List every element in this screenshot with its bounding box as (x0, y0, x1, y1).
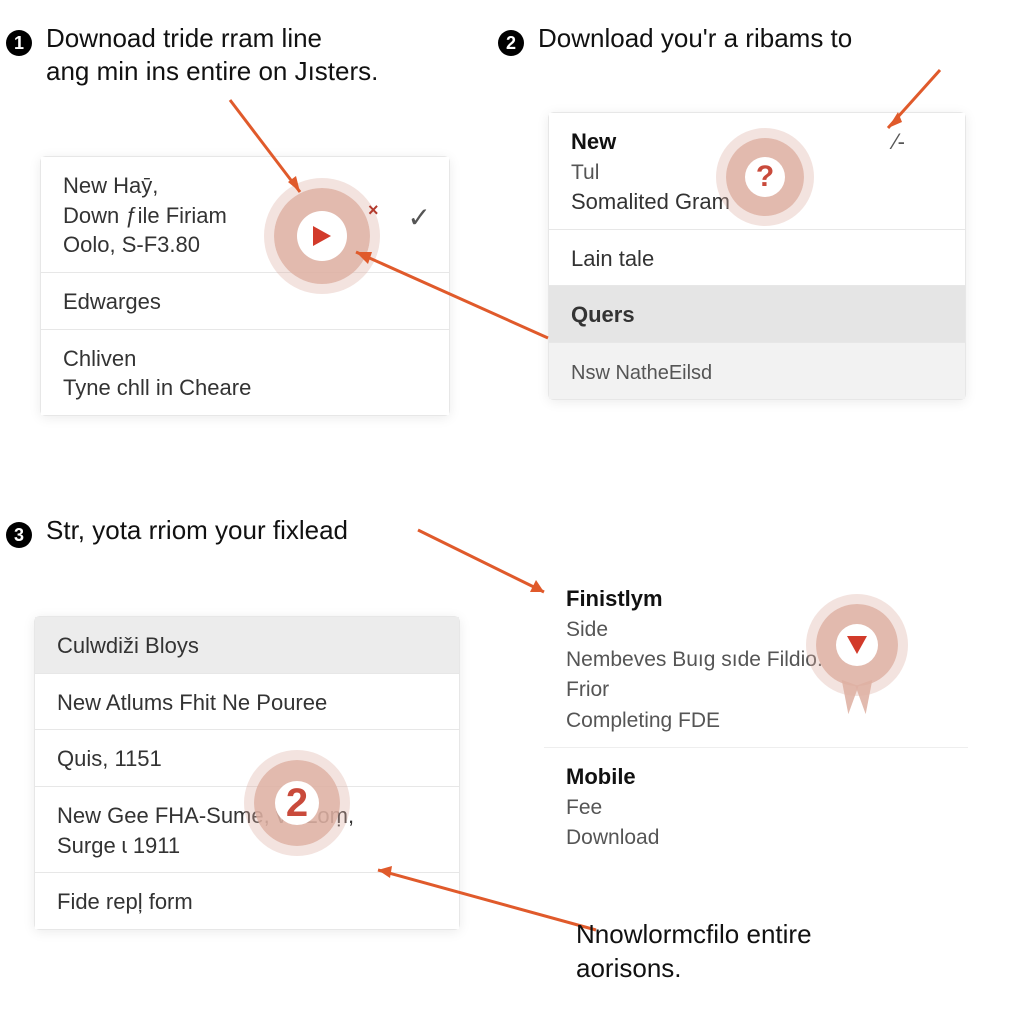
question-mark-icon: ? (756, 160, 774, 194)
card-3-row-5-text: Fide repļ form (57, 889, 193, 914)
card-1-row-1[interactable]: New Haȳ, Down ƒile Firiam Oolo, S-F3.80 … (41, 157, 449, 273)
number-2-icon: 2 (286, 781, 308, 826)
card-1-row-2[interactable]: Edwarges (41, 273, 449, 330)
card-2-row-1-bold: New (571, 129, 616, 154)
card-1-row-1-line3: Oolo, S-F3.80 (63, 232, 200, 257)
card-2-row-4-text: Nsw NatheEilsd (571, 362, 712, 384)
card-2-row-2-text: Lain tale (571, 246, 654, 271)
card-1-row-3-line2: Tyne chll in Cheare (63, 375, 251, 400)
arrow-down-icon (847, 636, 867, 654)
card-3-row-5[interactable]: Fide repļ form (35, 873, 459, 929)
card-3-row-2-text: New Atlums Fhit Ne Pouree (57, 690, 327, 715)
card-1-row-3-line1: Chliven (63, 346, 136, 371)
card-3-row-2[interactable]: New Atlums Fhit Ne Pouree (35, 674, 459, 731)
note-caption-line2: aorisons. (576, 953, 682, 983)
card-2-row-2[interactable]: Lain tale (549, 230, 965, 287)
annotation-badge-number-inner: 2 (275, 781, 320, 826)
card-4-row-2[interactable]: Mobile Fee Download (544, 748, 968, 864)
card-4-row-1-sub1: Side (566, 618, 608, 641)
card-3-row-1[interactable]: Culwdiži Bloys (35, 617, 459, 674)
card-4: Finistlym Side Nembeves Buıg sıde Fildio… (544, 570, 968, 864)
annotation-badge-ribbon (816, 604, 898, 686)
arrow-right-icon (313, 226, 331, 246)
annotation-badge-question-inner: ? (745, 157, 786, 198)
card-1: New Haȳ, Down ƒile Firiam Oolo, S-F3.80 … (40, 156, 450, 416)
card-3-row-3[interactable]: Quis, 1151 (35, 730, 459, 787)
card-4-row-1-sub4: Completing FDE (566, 709, 720, 732)
note-caption-line1: Nnowlormcfilo entire (576, 919, 812, 949)
card-1-row-3[interactable]: Chliven Tyne chll in Cheare (41, 330, 449, 415)
card-1-row-1-line1: New Haȳ, (63, 173, 158, 198)
card-2-row-4[interactable]: Nsw NatheEilsd (549, 343, 965, 399)
step-1-badge: 1 (6, 30, 32, 56)
card-4-row-2-sub2: Download (566, 826, 659, 849)
card-3-row-4-line2: Surge ɩ 1911 (57, 833, 180, 858)
card-2-row-1-line3: Somalited Gram (571, 189, 730, 214)
annotation-badge-arrow-inner (297, 211, 347, 261)
card-4-row-2-bold: Mobile (566, 764, 636, 789)
card-4-row-1-sub2: Nembeves Buıg sıde Fildio. (566, 648, 823, 671)
annotation-badge-ribbon-inner (836, 624, 879, 667)
card-1-row-1-line2: Down ƒile Firiam (63, 203, 227, 228)
card-4-row-2-sub1: Fee (566, 796, 602, 819)
card-3-row-1-text: Culwdiži Bloys (57, 633, 199, 658)
card-3: Culwdiži Bloys New Atlums Fhit Ne Pouree… (34, 616, 460, 930)
card-2-row-3[interactable]: Quers (549, 286, 965, 343)
step-2-heading-text: Download you'r a ribams to (538, 23, 852, 53)
slash-mark-icon: ⁄- (894, 127, 905, 157)
annotation-x-mark: × (368, 200, 379, 221)
card-3-row-4[interactable]: New Gee FHA-Sume, vs Zoṃ, Surge ɩ 1911 (35, 787, 459, 873)
step-2-heading: Download you'r a ribams to (538, 22, 852, 55)
step-2-badge: 2 (498, 30, 524, 56)
step-1-heading-line1: Downoad tride rram line (46, 23, 322, 53)
step-1-heading: Downoad tride rram line ang min ins enti… (46, 22, 378, 87)
annotation-badge-arrow (274, 188, 370, 284)
card-2-row-1-sub: Tul (571, 161, 599, 184)
note-caption: Nnowlormcfilo entire aorisons. (576, 918, 812, 986)
chevron-down-icon[interactable]: ✓ (408, 199, 431, 237)
step-3-heading: Str, yota rriom your fixlead (46, 514, 348, 547)
card-4-row-1-bold: Finistlym (566, 586, 663, 611)
card-1-row-2-text: Edwarges (63, 289, 161, 314)
card-2-row-3-text: Quers (571, 302, 635, 327)
step-3-badge: 3 (6, 522, 32, 548)
annotation-badge-number: 2 (254, 760, 340, 846)
card-4-row-1-sub3: Frior (566, 678, 609, 701)
annotation-badge-question: ? (726, 138, 804, 216)
card-4-row-1[interactable]: Finistlym Side Nembeves Buıg sıde Fildio… (544, 570, 968, 748)
card-3-row-3-text: Quis, 1151 (57, 746, 162, 771)
step-3-heading-text: Str, yota rriom your fixlead (46, 515, 348, 545)
step-1-heading-line2: ang min ins entire on Jısters. (46, 56, 378, 86)
